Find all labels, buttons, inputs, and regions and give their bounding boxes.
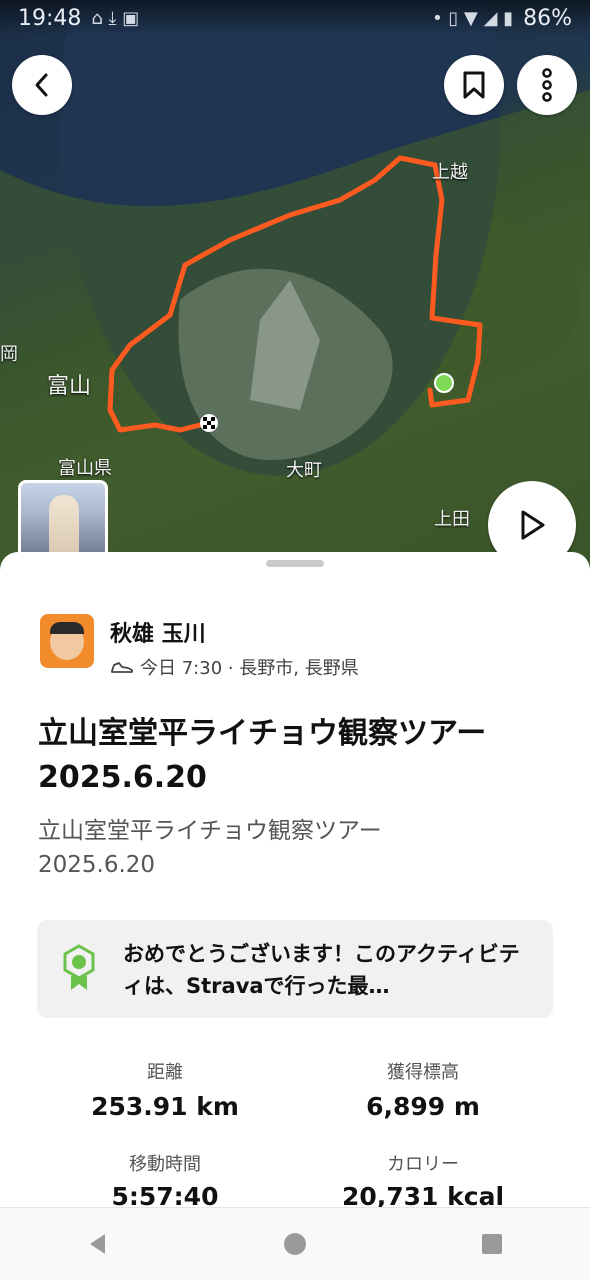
nav-home-button[interactable]	[282, 1231, 308, 1257]
achievement-badge-icon	[63, 944, 95, 990]
map-label-oka: 岡	[0, 344, 18, 365]
activity-title: 立山室堂平ライチョウ観察ツアー 2025.6.20	[38, 716, 487, 795]
route-start-marker	[434, 373, 454, 393]
chevron-left-icon	[35, 73, 48, 97]
description-text: 立山室堂平ライチョウ観察ツアー 2025.6.20	[38, 818, 382, 878]
signal-icons: • ▯ ▼ ◢ ▮	[432, 7, 514, 29]
stat-value-elevation: 6,899 m	[366, 1092, 480, 1121]
bookmark-icon	[463, 71, 485, 99]
map-label-ueda: 上田	[434, 509, 470, 530]
status-time: 19:48	[18, 5, 82, 31]
more-vertical-icon	[542, 68, 552, 102]
map-label-joetsu: 上越	[432, 162, 468, 183]
stat-label-calories: カロリー	[387, 1154, 459, 1175]
nav-recents-button[interactable]	[479, 1231, 505, 1257]
route-finish-marker	[200, 414, 218, 432]
activity-photo-thumbnail[interactable]	[18, 480, 108, 560]
play-icon	[521, 510, 545, 540]
stat-label-distance: 距離	[147, 1062, 183, 1083]
notification-icon: ⌂ ⤓ ▣	[91, 7, 140, 29]
status-battery: 86%	[523, 5, 572, 31]
athlete-avatar[interactable]	[40, 614, 94, 668]
activity-description: 立山室堂平ライチョウ観察ツアー 2025.6.20	[38, 814, 558, 882]
stat-value-distance: 253.91 km	[91, 1092, 239, 1121]
activity-details-sheet[interactable]: 秋雄 玉川 今日 7:30 · 長野市, 長野県 立山室堂平ライチョウ観察ツアー…	[0, 552, 590, 1212]
bookmark-button[interactable]	[444, 55, 504, 115]
sheet-drag-handle[interactable]	[266, 560, 324, 567]
back-button[interactable]	[12, 55, 72, 115]
athlete-name[interactable]: 秋雄 玉川	[110, 616, 359, 648]
activity-meta: 今日 7:30 · 長野市, 長野県	[110, 654, 359, 680]
stat-label-elevation: 獲得標高	[387, 1062, 459, 1083]
achievement-text: おめでとうございます！このアクティビティは、Stravaで行った最…	[123, 942, 520, 998]
map-label-omachi: 大町	[286, 460, 322, 481]
map-label-toyama: 富山	[47, 374, 92, 399]
achievement-banner[interactable]: おめでとうございます！このアクティビティは、Stravaで行った最…	[37, 920, 553, 1018]
shoe-icon	[111, 662, 133, 673]
status-bar: 19:48 ⌂ ⤓ ▣ • ▯ ▼ ◢ ▮ 86%	[0, 0, 590, 36]
activity-meta-text: 今日 7:30 · 長野市, 長野県	[140, 658, 359, 679]
system-navigation-bar	[0, 1207, 590, 1280]
athlete-header[interactable]: 秋雄 玉川 今日 7:30 · 長野市, 長野県	[40, 614, 359, 680]
photo-person	[49, 495, 79, 555]
map-label-toyama-pref: 富山県	[58, 458, 112, 479]
more-options-button[interactable]	[517, 55, 577, 115]
stat-label-moving-time: 移動時間	[129, 1154, 201, 1175]
nav-back-button[interactable]	[85, 1231, 111, 1257]
